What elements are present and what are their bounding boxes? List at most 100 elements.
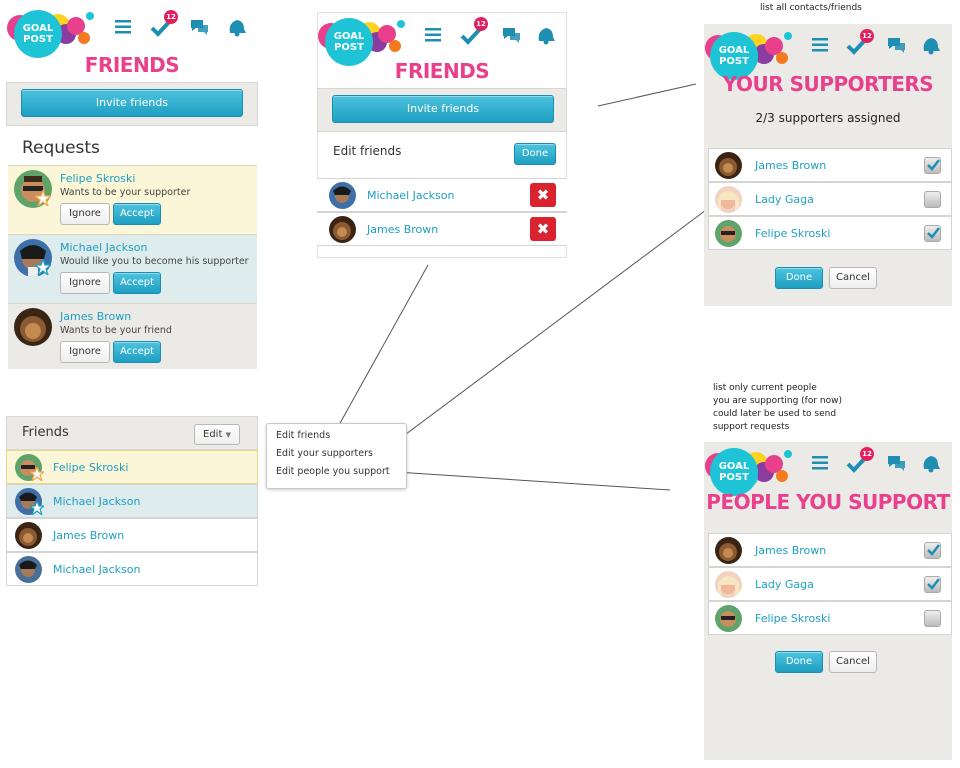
contact-row[interactable]: Lady Gaga: [708, 567, 952, 601]
list-icon[interactable]: [420, 22, 446, 48]
request-message: Would like you to become his supporter: [60, 256, 249, 267]
ignore-button[interactable]: Ignore: [60, 272, 110, 294]
logo-line2: POST: [719, 56, 749, 67]
remove-friend-button[interactable]: ✖: [530, 217, 556, 241]
notification-badge: 12: [164, 10, 178, 24]
friend-row: James Brown ✖: [317, 212, 567, 246]
done-button[interactable]: Done: [514, 143, 556, 165]
done-button[interactable]: Done: [775, 651, 823, 673]
logo-line2: POST: [334, 42, 364, 53]
friend-name: Michael Jackson: [367, 189, 455, 202]
friend-row[interactable]: James Brown: [6, 518, 258, 552]
supporter-checkbox[interactable]: [924, 157, 941, 174]
edit-friends-heading: Edit friends: [333, 144, 402, 158]
avatar: [715, 220, 742, 247]
support-annotation: list only current people you are support…: [713, 382, 842, 434]
list-icon[interactable]: [807, 32, 833, 58]
cancel-button[interactable]: Cancel: [829, 651, 877, 673]
bell-icon[interactable]: [224, 14, 250, 40]
friend-row: Michael Jackson ✖: [317, 178, 567, 212]
contact-name: Lady Gaga: [755, 578, 814, 591]
invite-friends-button[interactable]: Invite friends: [332, 95, 554, 123]
menu-item-edit-friends[interactable]: Edit friends: [276, 430, 330, 441]
menu-item-edit-supporters[interactable]: Edit your supporters: [276, 448, 373, 459]
list-icon[interactable]: [807, 450, 833, 476]
contact-name: James Brown: [755, 544, 827, 557]
menu-item-edit-people-you-support[interactable]: Edit people you support: [276, 466, 390, 477]
avatar: [715, 152, 742, 179]
requester-name[interactable]: Felipe Skroski: [60, 172, 135, 185]
star-icon: [35, 190, 51, 206]
contact-name: Felipe Skroski: [755, 227, 831, 240]
support-checkbox[interactable]: [924, 610, 941, 627]
contact-row[interactable]: James Brown: [708, 148, 952, 182]
chevron-down-icon: ▼: [225, 431, 231, 439]
goalpost-logo[interactable]: GOAL POST: [6, 4, 98, 60]
chat-icon[interactable]: [186, 14, 212, 40]
invite-friends-button[interactable]: Invite friends: [21, 89, 243, 117]
accept-button[interactable]: Accept: [113, 272, 161, 294]
contact-row[interactable]: Felipe Skroski: [708, 216, 952, 250]
chat-icon[interactable]: [883, 32, 909, 58]
avatar: [715, 186, 742, 213]
bell-icon[interactable]: [533, 22, 559, 48]
edit-dropdown-button[interactable]: Edit ▼: [194, 424, 240, 445]
support-annotation-line: list only current people: [713, 383, 817, 393]
avatar: [329, 216, 356, 243]
page-title: YOUR SUPPORTERS: [722, 72, 934, 96]
contact-row[interactable]: James Brown: [708, 533, 952, 567]
ignore-button[interactable]: Ignore: [60, 203, 110, 225]
notification-badge: 12: [860, 447, 874, 461]
contact-name: Felipe Skroski: [755, 612, 831, 625]
supporters-count: 2/3 supporters assigned: [755, 111, 901, 125]
chat-icon[interactable]: [883, 450, 909, 476]
request-message: Wants to be your friend: [60, 325, 172, 336]
friend-name: Felipe Skroski: [53, 461, 129, 474]
requester-name[interactable]: Michael Jackson: [60, 241, 147, 254]
requests-heading: Requests: [22, 138, 100, 158]
friend-row[interactable]: Felipe Skroski: [6, 450, 258, 484]
list-icon[interactable]: [110, 14, 136, 40]
supporters-annotation: list all contacts/friends: [760, 3, 862, 13]
logo-line1: GOAL: [22, 23, 54, 34]
support-checkbox[interactable]: [924, 576, 941, 593]
supporter-checkbox[interactable]: [924, 225, 941, 242]
logo-line1: GOAL: [333, 31, 365, 42]
chat-icon[interactable]: [498, 22, 524, 48]
notification-badge: 12: [860, 29, 874, 43]
contact-name: Lady Gaga: [755, 193, 814, 206]
contact-row[interactable]: Lady Gaga: [708, 182, 952, 216]
supporter-checkbox[interactable]: [924, 191, 941, 208]
ignore-button[interactable]: Ignore: [60, 341, 110, 363]
friend-row[interactable]: Michael Jackson: [6, 552, 258, 586]
bell-icon[interactable]: [918, 32, 944, 58]
support-annotation-line: could later be used to send: [713, 409, 837, 419]
request-row: Michael Jackson Would like you to become…: [8, 234, 257, 303]
contact-name: James Brown: [755, 159, 827, 172]
star-icon: [30, 501, 44, 515]
friends-heading: Friends: [22, 425, 69, 440]
requester-name[interactable]: James Brown: [60, 310, 131, 323]
accept-button[interactable]: Accept: [113, 203, 161, 225]
star-icon: [35, 259, 51, 275]
bell-icon[interactable]: [918, 450, 944, 476]
done-button[interactable]: Done: [775, 267, 823, 289]
cancel-button[interactable]: Cancel: [829, 267, 877, 289]
friend-row[interactable]: Michael Jackson: [6, 484, 258, 518]
page-title: FRIENDS: [84, 53, 180, 77]
edit-label: Edit: [203, 429, 223, 440]
avatar: [15, 522, 42, 549]
edit-menu: Edit friends Edit your supporters Edit p…: [266, 423, 407, 489]
request-row: James Brown Wants to be your friend Igno…: [8, 303, 257, 369]
remove-friend-button[interactable]: ✖: [530, 183, 556, 207]
accept-button[interactable]: Accept: [113, 341, 161, 363]
friend-name: James Brown: [367, 223, 439, 236]
avatar: [715, 571, 742, 598]
logo-line2: POST: [23, 34, 53, 45]
support-checkbox[interactable]: [924, 542, 941, 559]
avatar: [329, 182, 356, 209]
contact-row[interactable]: Felipe Skroski: [708, 601, 952, 635]
app-header: GOAL POST 12: [6, 4, 258, 60]
logo-line1: GOAL: [718, 45, 750, 56]
support-annotation-line: support requests: [713, 422, 790, 432]
